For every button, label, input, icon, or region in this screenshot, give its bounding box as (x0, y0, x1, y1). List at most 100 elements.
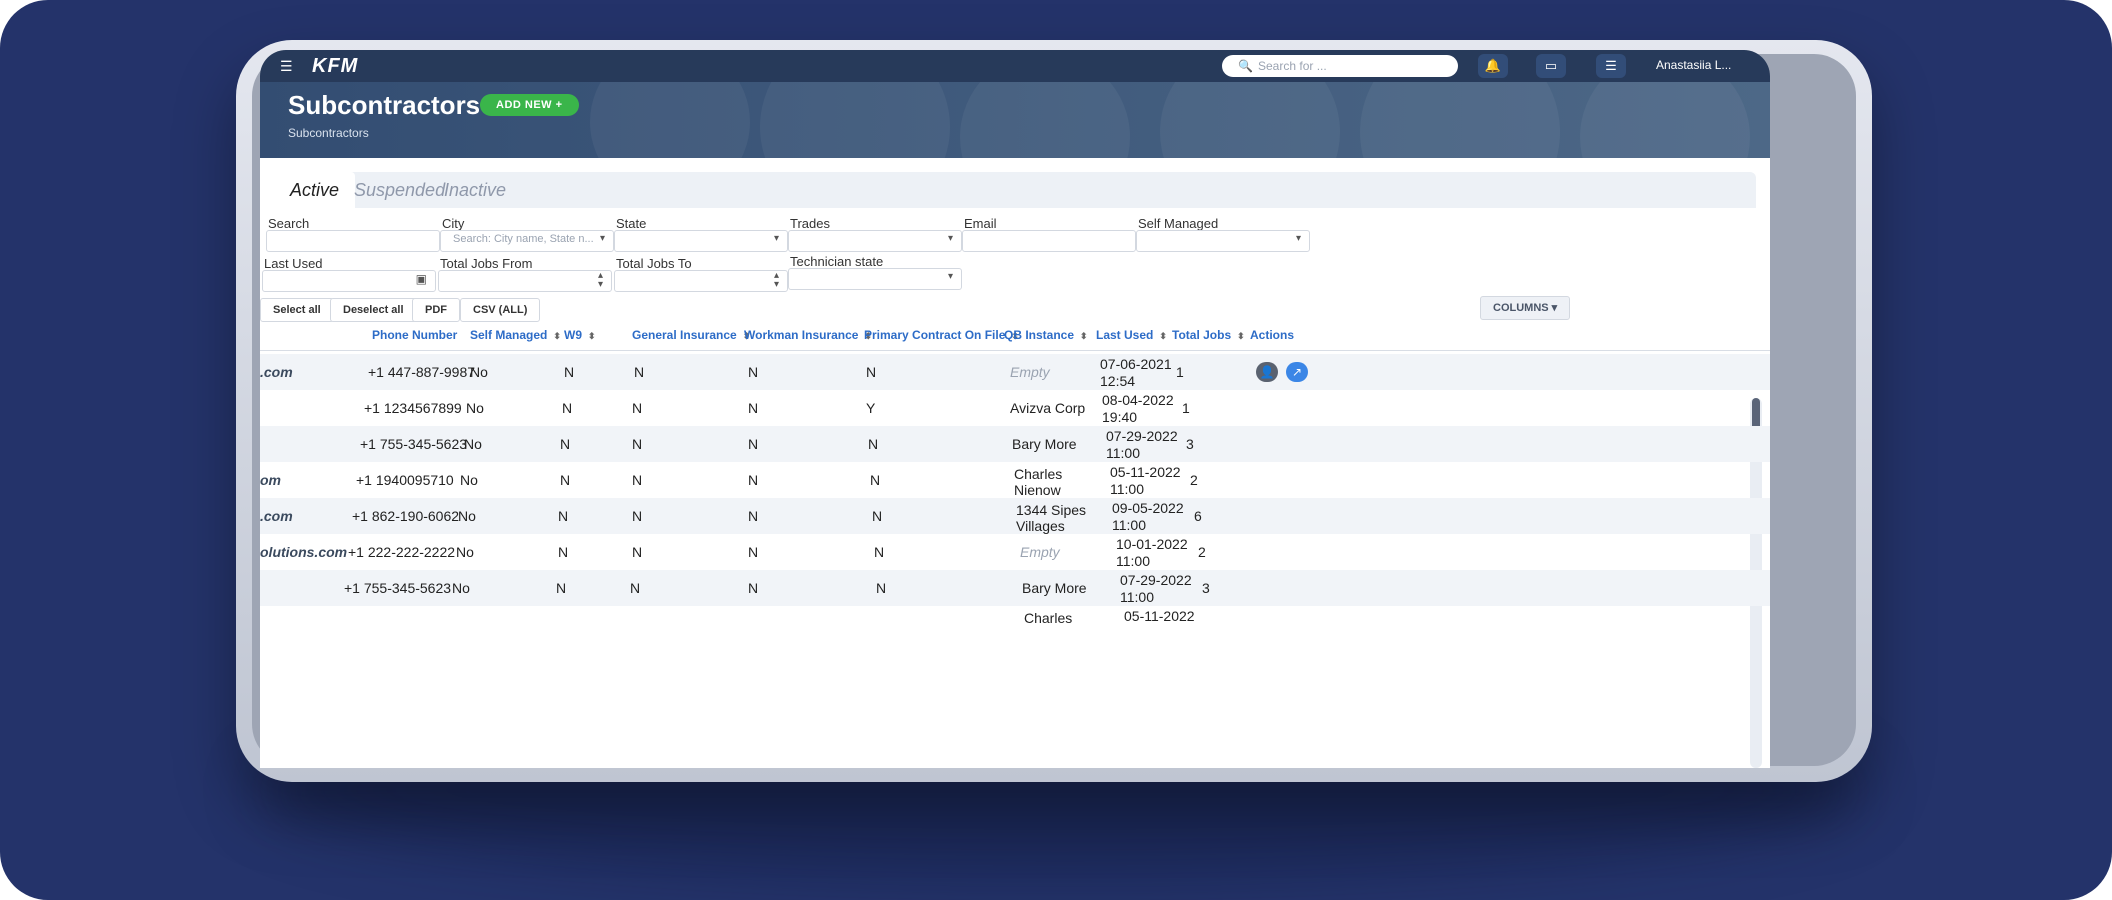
sort-icon[interactable]: ⬍ (588, 331, 596, 341)
column-self-managed[interactable]: Self Managed ⬍ (470, 328, 561, 342)
global-search-input[interactable]: 🔍 Search for ... (1222, 55, 1458, 77)
general-insurance-cell: N (634, 364, 645, 380)
table-row[interactable]: +1 1234567899 No N N N Y Avizva Corp 08-… (260, 390, 1770, 426)
column-label: Self Managed (470, 328, 548, 342)
last-used-time: 12:54 (1100, 373, 1136, 389)
phone-cell: +1 862-190-6062 (352, 508, 460, 524)
column-phone-number[interactable]: Phone Number (372, 328, 457, 342)
column-primary-contract[interactable]: Primary Contract On File ⬍ (864, 328, 1019, 342)
hero-bubble (1360, 82, 1560, 158)
table-row[interactable]: +1 755-345-5623 No N N N N Bary More 07-… (260, 426, 1770, 462)
add-new-button[interactable]: ADD NEW + (480, 94, 579, 116)
last-used-date-input[interactable]: ▣ (262, 270, 436, 292)
table-row[interactable]: .com +1 447-887-9987 No N N N N Empty 07… (260, 354, 1770, 390)
phone-cell: +1 1940095710 (356, 472, 454, 488)
deselect-all-button[interactable]: Deselect all (330, 298, 417, 322)
last-used-time: 11:00 (1120, 589, 1154, 605)
sort-icon[interactable]: ⬍ (1159, 331, 1167, 341)
user-menu[interactable]: Anastasiia L... (1656, 58, 1731, 72)
column-total-jobs[interactable]: Total Jobs ⬍ (1172, 328, 1245, 342)
table-row[interactable]: om +1 1940095710 No N N N N Charles Nieno… (260, 462, 1770, 498)
number-stepper-icon[interactable]: ▴ ▾ (598, 271, 603, 290)
chevron-down-icon: ▾ (599, 233, 605, 244)
total-jobs-to-input[interactable]: ▴ ▾ (614, 270, 788, 292)
table-row[interactable]: +1 755-345-5623 No N N N N Bary More 07-… (260, 570, 1770, 606)
total-jobs-cell: 3 (1202, 580, 1210, 596)
self-managed-cell: No (470, 364, 488, 380)
column-label: Total Jobs (1172, 328, 1232, 342)
state-select[interactable]: ▾ (614, 230, 788, 252)
general-insurance-cell: N (630, 580, 641, 596)
w9-cell: N (564, 364, 575, 380)
app-logo[interactable]: KFM (312, 55, 358, 78)
column-label: Primary Contract On File (864, 328, 1006, 342)
w9-cell: N (562, 400, 573, 416)
technician-state-label: Technician state (790, 254, 884, 269)
qb-instance-cell: Avizva Corp (1010, 400, 1086, 416)
columns-button[interactable]: COLUMNS ▾ (1480, 296, 1571, 320)
total-jobs-to-label: Total Jobs To (616, 256, 692, 271)
assign-user-icon[interactable]: 👤 (1256, 362, 1278, 382)
last-used-cell: 07-06-2021 12:54 (1100, 356, 1172, 390)
self-managed-filter-label: Self Managed (1138, 216, 1219, 231)
total-jobs-from-input[interactable]: ▴ ▾ (438, 270, 612, 292)
primary-contract-cell: N (872, 508, 883, 524)
table-row[interactable]: olutions.com +1 222-222-2222 No N N N N … (260, 534, 1770, 570)
list-icon[interactable]: ☰ (1596, 54, 1626, 78)
sort-icon[interactable]: ⬍ (1080, 331, 1088, 341)
sort-icon[interactable]: ⬍ (1237, 331, 1245, 341)
hero-bubble (590, 82, 750, 158)
column-label: General Insurance (632, 328, 737, 342)
csv-all-button[interactable]: CSV (ALL) (460, 298, 541, 322)
city-filter-label: City (442, 216, 465, 231)
bell-icon[interactable]: 🔔 (1478, 54, 1508, 78)
city-placeholder: Search: City name, State n... (453, 233, 594, 245)
column-w9[interactable]: W9 ⬍ (564, 328, 596, 342)
self-managed-cell: No (466, 400, 484, 416)
column-last-used[interactable]: Last Used ⬍ (1096, 328, 1167, 342)
email-filter-label: Email (964, 216, 997, 231)
tab-suspended[interactable]: Suspended (354, 172, 445, 208)
tab-active[interactable]: Active (274, 172, 356, 208)
search-filter-label: Search (268, 216, 310, 231)
city-select[interactable]: Search: City name, State n... ▾ (440, 230, 614, 252)
column-workman-insurance[interactable]: Workman Insurance ⬍ (744, 328, 872, 342)
search-filter-input[interactable] (266, 230, 440, 252)
email-filter-input[interactable] (962, 230, 1136, 252)
select-all-button[interactable]: Select all (260, 298, 334, 322)
qb-instance-cell: Empty (1010, 364, 1050, 380)
hero-bubble (1580, 82, 1750, 158)
chat-icon[interactable]: ▭ (1536, 54, 1566, 78)
tab-inactive[interactable]: Inactive (444, 172, 506, 208)
open-action-icon[interactable]: ↗ (1286, 362, 1308, 382)
workman-insurance-cell: N (748, 364, 759, 380)
trades-select[interactable]: ▾ (788, 230, 962, 252)
number-stepper-icon[interactable]: ▴ ▾ (774, 271, 779, 290)
last-used-date: 10-01-2022 (1116, 536, 1188, 552)
last-used-time: 11:00 (1106, 445, 1140, 461)
column-label: Actions (1250, 328, 1295, 342)
technician-state-select[interactable]: ▾ (788, 268, 962, 290)
general-insurance-cell: N (632, 508, 643, 524)
w9-cell: N (558, 508, 569, 524)
table-row[interactable]: Charles 05-11-2022 (260, 606, 1770, 642)
workman-insurance-cell: N (748, 436, 759, 452)
self-managed-select[interactable]: ▾ (1136, 230, 1310, 252)
hero-bubble (960, 82, 1130, 158)
total-jobs-cell: 2 (1198, 544, 1206, 560)
pdf-button[interactable]: PDF (412, 298, 460, 322)
column-general-insurance[interactable]: General Insurance ⬍ (632, 328, 750, 342)
chevron-down-icon: ▾ (773, 233, 779, 244)
column-qb-instance[interactable]: QB Instance ⬍ (1004, 328, 1088, 342)
column-label: Workman Insurance (744, 328, 859, 342)
primary-contract-cell: N (876, 580, 887, 596)
hero-bubble (1160, 82, 1340, 158)
page-title: Subcontractors (288, 90, 481, 120)
app-screen: ☰ KFM 🔍 Search for ... 🔔 ▭ ☰ Anastasiia … (260, 50, 1770, 768)
table-row[interactable]: .com +1 862-190-6062 No N N N N 1344 Sip… (260, 498, 1770, 534)
workman-insurance-cell: N (748, 544, 759, 560)
email-cell: .com (260, 508, 293, 524)
hamburger-icon[interactable]: ☰ (280, 58, 293, 75)
calendar-icon[interactable]: ▣ (416, 272, 427, 286)
sort-icon[interactable]: ⬍ (553, 331, 561, 341)
